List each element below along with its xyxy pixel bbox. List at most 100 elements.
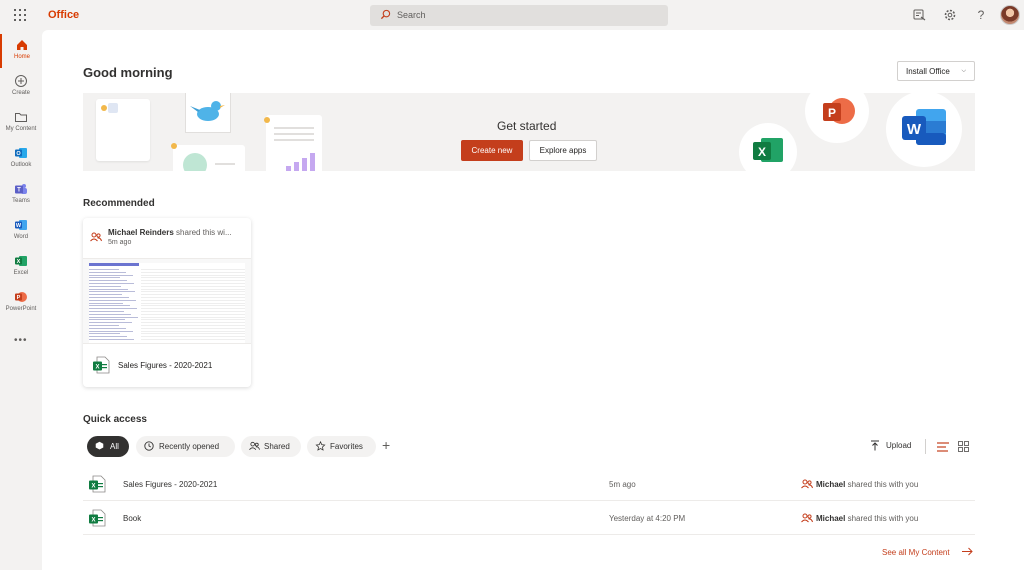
shared-action: shared this with you xyxy=(847,514,919,523)
illustration-line xyxy=(215,163,235,165)
help-icon[interactable]: ? xyxy=(974,8,988,22)
install-office-label: Install Office xyxy=(906,67,950,76)
excel-file-icon: X xyxy=(89,475,106,493)
filter-label: Shared xyxy=(264,442,290,451)
shared-action: shared this with you xyxy=(847,480,919,489)
recommended-title: Recommended xyxy=(83,198,155,209)
rail-item-word[interactable]: W Word xyxy=(0,214,42,248)
sheet-grid-line xyxy=(141,271,245,273)
folder-icon xyxy=(15,113,27,122)
top-bar: Office Search ? xyxy=(0,0,1024,30)
filter-shared[interactable]: Shared xyxy=(241,436,301,457)
grid-view-icon[interactable] xyxy=(958,441,969,452)
people-icon xyxy=(90,232,102,242)
filter-favorites[interactable]: Favorites xyxy=(307,436,376,457)
sheet-row-line xyxy=(89,339,134,340)
see-all-my-content-link[interactable]: See all My Content xyxy=(882,547,973,557)
rail-label: Word xyxy=(13,234,29,240)
file-name: Sales Figures - 2020-2021 xyxy=(123,480,218,489)
filter-all[interactable]: All xyxy=(87,436,129,457)
app-name[interactable]: Office xyxy=(48,9,79,21)
illustration-chart-card xyxy=(171,143,245,171)
illustration-document xyxy=(96,99,150,161)
sheet-grid-line xyxy=(141,288,245,290)
home-icon xyxy=(17,40,27,50)
search-box[interactable]: Search xyxy=(370,5,668,26)
filter-recently-opened[interactable]: Recently opened xyxy=(136,436,235,457)
powerpoint-app-tile[interactable]: P xyxy=(805,93,869,143)
feedback-icon[interactable] xyxy=(912,8,926,22)
filter-label: Favorites xyxy=(330,442,363,451)
word-letter: W xyxy=(907,121,922,138)
gear-icon[interactable] xyxy=(943,8,957,22)
add-filter-button[interactable]: + xyxy=(382,437,390,453)
sheet-grid-line xyxy=(141,327,245,329)
sheet-row-line xyxy=(89,325,119,326)
sheet-row-line xyxy=(89,285,121,287)
sharer-name: Michael Reinders xyxy=(108,228,174,237)
illustration-bar xyxy=(310,153,315,171)
star-icon xyxy=(315,441,326,451)
excel-app-tile[interactable]: X xyxy=(739,123,797,171)
explore-apps-button[interactable]: Explore apps xyxy=(529,140,597,161)
sharer-name: Michael xyxy=(816,480,846,489)
file-name: Sales Figures - 2020-2021 xyxy=(118,361,213,370)
recommended-card-header: Michael Reinders shared this wi... 5m ag… xyxy=(83,218,251,258)
sheet-grid-line xyxy=(141,308,245,310)
rail-item-teams[interactable]: T Teams xyxy=(0,178,42,212)
file-row[interactable]: X Book Yesterday at 4:20 PM Michael shar… xyxy=(83,501,975,535)
create-new-button[interactable]: Create new xyxy=(461,140,523,161)
rail-label: PowerPoint xyxy=(5,306,37,312)
file-row[interactable]: X Sales Figures - 2020-2021 5m ago Micha… xyxy=(83,467,975,501)
sheet-grid-line xyxy=(141,274,245,276)
rail-item-my-content[interactable]: My Content xyxy=(0,106,42,140)
recommended-card[interactable]: Michael Reinders shared this wi... 5m ag… xyxy=(83,218,251,387)
install-office-button[interactable]: Install Office ⌵ xyxy=(897,61,975,81)
rail-item-create[interactable]: Create xyxy=(0,70,42,104)
cube-icon xyxy=(95,441,104,450)
sheet-row-line xyxy=(89,297,129,298)
file-shared-by: Michael shared this with you xyxy=(816,480,918,489)
sheet-grid-line xyxy=(141,285,245,287)
sheet-row-line xyxy=(89,291,135,293)
upload-label: Upload xyxy=(886,441,912,450)
sharer-name: Michael xyxy=(816,514,846,523)
rail-label: Excel xyxy=(13,270,29,276)
word-app-tile[interactable]: W xyxy=(886,93,962,167)
sheet-grid-line xyxy=(141,299,245,301)
sheet-grid-line xyxy=(141,319,245,321)
rail-item-home[interactable]: Home xyxy=(0,34,42,68)
rail-item-powerpoint[interactable]: P PowerPoint xyxy=(0,286,42,320)
get-started-banner: Get started Create new Explore apps X P … xyxy=(83,93,975,171)
banner-title: Get started xyxy=(497,119,557,133)
more-apps-icon[interactable]: ••• xyxy=(14,335,28,346)
sheet-header-bar xyxy=(89,263,139,266)
sheet-grid-line xyxy=(141,311,245,312)
left-rail: Home Create My Content O Outlook T Teams… xyxy=(0,30,42,570)
sheet-grid-line xyxy=(141,330,245,332)
svg-text:X: X xyxy=(17,259,21,265)
illustration-line xyxy=(274,139,314,141)
svg-text:W: W xyxy=(16,223,22,229)
file-name: Book xyxy=(123,514,142,523)
list-view-icon[interactable] xyxy=(937,442,949,452)
rail-label: Outlook xyxy=(10,162,32,168)
people-icon xyxy=(249,441,260,450)
avatar[interactable] xyxy=(1000,5,1020,25)
excel-file-icon: X xyxy=(89,509,106,527)
illustration-dot xyxy=(101,105,107,111)
sheet-grid-line xyxy=(141,305,245,307)
svg-text:X: X xyxy=(95,365,99,371)
illustration-pie xyxy=(183,153,207,171)
illustration-fold xyxy=(108,103,118,113)
sheet-grid-line xyxy=(141,322,245,324)
rail-item-outlook[interactable]: O Outlook xyxy=(0,142,42,176)
file-time: 5m ago xyxy=(609,480,636,489)
sheet-grid-line xyxy=(141,283,245,284)
app-launcher-icon[interactable] xyxy=(14,9,26,21)
rail-item-excel[interactable]: X Excel xyxy=(0,250,42,284)
illustration-bar xyxy=(294,162,299,171)
file-shared-by: Michael shared this with you xyxy=(816,514,918,523)
sheet-row-line xyxy=(89,294,122,296)
upload-button[interactable]: Upload xyxy=(870,440,912,451)
